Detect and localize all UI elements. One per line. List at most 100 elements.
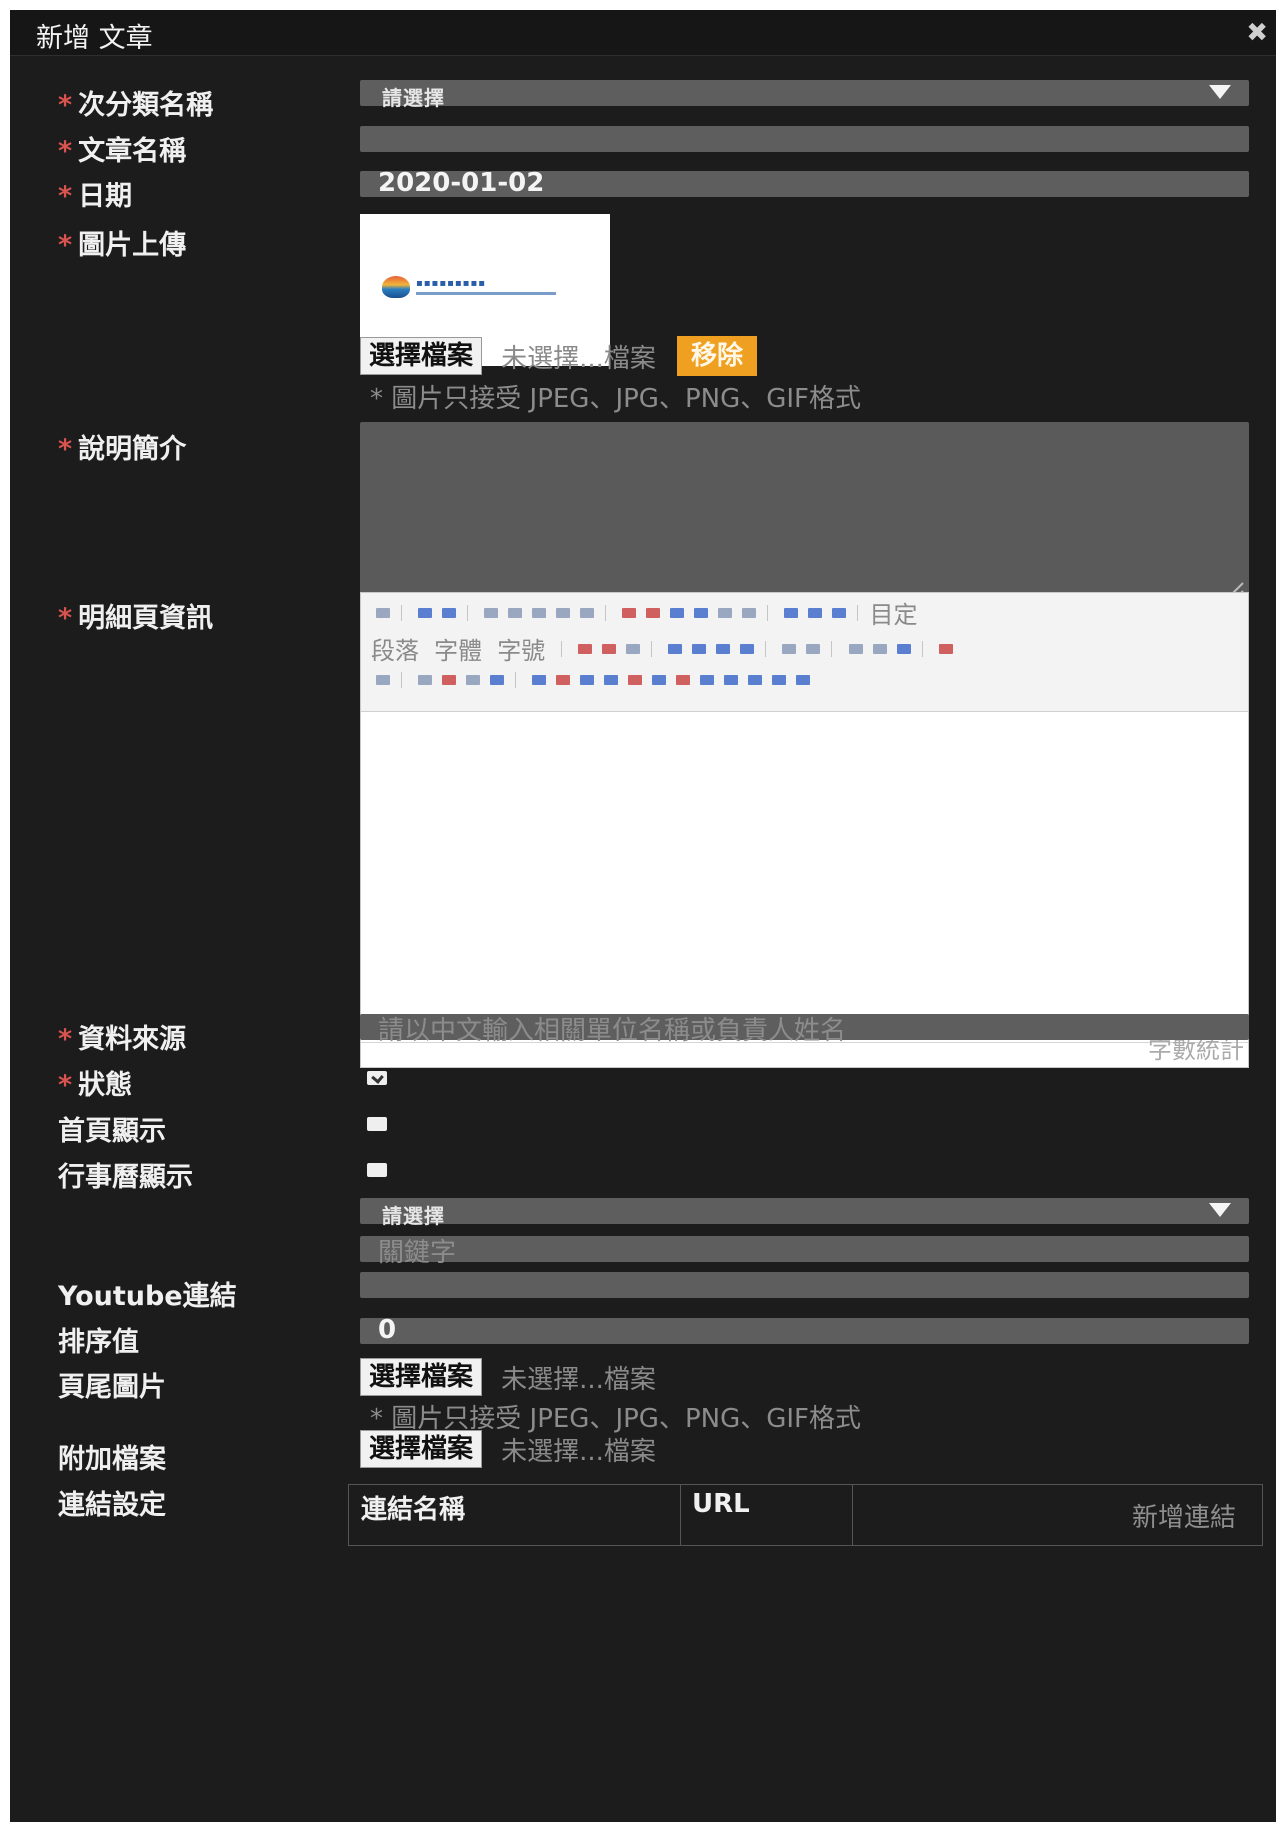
keyword-category-select[interactable]: 請選擇: [360, 1198, 1249, 1228]
image-icon[interactable]: [938, 643, 953, 654]
merge-right-icon[interactable]: [700, 674, 715, 685]
add-article-dialog: 新增 文章 ✖ * 次分類名稱 請選擇 * 文章名稱 * 日期 2020-01-02 …: [10, 10, 1276, 1822]
delete-table-icon[interactable]: [556, 674, 571, 685]
footer-choose-file-button[interactable]: 選擇檔案: [360, 1358, 483, 1396]
image-no-file-text: 未選擇...檔案: [501, 343, 656, 374]
article-name-input[interactable]: [360, 126, 1249, 152]
hr-icon[interactable]: [418, 674, 433, 685]
superscript-icon[interactable]: [580, 607, 595, 618]
description-textarea[interactable]: [360, 422, 1249, 607]
image-format-hint: * 圖片只接受 JPEG、JPG、PNG、GIF格式: [370, 384, 861, 414]
insert-row-icon[interactable]: [580, 674, 595, 685]
image-upload-label: * 圖片上傳: [58, 230, 187, 261]
select-all-icon[interactable]: [742, 607, 757, 618]
keyword-input[interactable]: 關鍵字: [360, 1236, 1249, 1268]
time-icon[interactable]: [466, 674, 481, 685]
frame-icon[interactable]: [490, 674, 505, 685]
toolbar-row-1: 目定: [371, 595, 927, 629]
calendar-display-checkbox[interactable]: [367, 1163, 387, 1177]
subcategory-label: * 次分類名稱: [58, 90, 214, 121]
date-input[interactable]: 2020-01-02: [360, 168, 1249, 198]
font-size-dropdown[interactable]: 字號: [497, 631, 545, 666]
font-color-icon[interactable]: [622, 607, 637, 618]
editor-toolbar: 目定 段落 字體 字號: [361, 593, 1248, 712]
calendar-display-label: 行事曆顯示: [58, 1162, 193, 1193]
unlink-icon[interactable]: [806, 643, 821, 654]
image-remove-button[interactable]: 移除: [677, 336, 758, 376]
remove-format-icon[interactable]: [626, 643, 641, 654]
bold-icon[interactable]: [484, 607, 499, 618]
homepage-display-checkbox[interactable]: [367, 1117, 387, 1131]
merge-down-icon[interactable]: [724, 674, 739, 685]
custom-title-dropdown[interactable]: 目定: [869, 595, 917, 630]
links-col-name: 連結名稱: [349, 1485, 681, 1545]
link-icon[interactable]: [782, 643, 797, 654]
indent-icon[interactable]: [832, 607, 847, 618]
status-checkbox[interactable]: [367, 1071, 387, 1085]
horizontal-rule-icon[interactable]: [848, 643, 863, 654]
sort-label: 排序值: [58, 1327, 139, 1358]
article-name-label: * 文章名稱: [58, 136, 187, 167]
merge-cells-icon[interactable]: [676, 674, 691, 685]
youtube-label: Youtube連結: [58, 1281, 237, 1312]
redo-icon[interactable]: [442, 607, 457, 618]
youtube-input[interactable]: [360, 1272, 1249, 1298]
delete-col-icon[interactable]: [652, 674, 667, 685]
highlight-icon[interactable]: [646, 607, 661, 618]
insert-col-icon[interactable]: [628, 674, 643, 685]
sort-value: 0: [378, 1315, 397, 1345]
delete-row-icon[interactable]: [604, 674, 619, 685]
underline-icon[interactable]: [532, 607, 547, 618]
logo-underline: [416, 292, 556, 295]
source-icon[interactable]: [376, 607, 390, 618]
unordered-list-icon[interactable]: [694, 607, 709, 618]
paragraph-dropdown[interactable]: 段落: [371, 631, 419, 666]
close-icon[interactable]: ✖: [1246, 20, 1268, 46]
toolbar-row-2: 段落 字體 字號: [371, 631, 958, 665]
date-icon[interactable]: [442, 674, 457, 685]
undo-icon[interactable]: [418, 607, 433, 618]
attachment-upload-row: 選擇檔案 未選擇...檔案: [360, 1430, 656, 1468]
links-col-action: 新增連結: [852, 1485, 1262, 1545]
dialog-titlebar: 新增 文章 ✖: [10, 10, 1276, 56]
font-family-dropdown[interactable]: 字體: [434, 631, 482, 666]
table-icon[interactable]: [532, 674, 547, 685]
ordered-list-icon[interactable]: [670, 607, 685, 618]
ltr-icon[interactable]: [578, 643, 593, 654]
clear-format-icon[interactable]: [718, 607, 733, 618]
align-left-icon[interactable]: [668, 643, 683, 654]
subcategory-select[interactable]: 請選擇: [360, 80, 1249, 110]
data-source-label: * 資料來源: [58, 1024, 187, 1055]
italic-icon[interactable]: [508, 607, 523, 618]
align-center-icon[interactable]: [692, 643, 707, 654]
date-label: * 日期: [58, 181, 133, 212]
align-justify-icon[interactable]: [740, 643, 755, 654]
image-choose-file-button[interactable]: 選擇檔案: [360, 337, 483, 375]
attachment-choose-file-button[interactable]: 選擇檔案: [360, 1430, 483, 1468]
date-value: 2020-01-02: [378, 168, 545, 198]
code-icon[interactable]: [376, 674, 390, 685]
detail-info-label: * 明細頁資訊: [58, 603, 214, 634]
status-label: * 狀態: [58, 1070, 133, 1101]
sort-input[interactable]: 0: [360, 1315, 1249, 1345]
map-icon[interactable]: [896, 643, 911, 654]
chevron-down-icon: [1209, 85, 1231, 99]
add-link-button[interactable]: 新增連結: [1132, 1497, 1236, 1534]
links-table: 連結名稱 URL 新增連結: [348, 1484, 1263, 1546]
links-col-url: URL: [680, 1485, 853, 1545]
footer-no-file-text: 未選擇...檔案: [501, 1364, 656, 1395]
strikethrough-icon[interactable]: [556, 607, 571, 618]
subcategory-select-value: 請選擇: [382, 86, 445, 110]
split-row-icon[interactable]: [772, 674, 787, 685]
logo-icon: [382, 276, 410, 298]
align-right-icon[interactable]: [716, 643, 731, 654]
split-cell-icon[interactable]: [748, 674, 763, 685]
line-height-icon[interactable]: [808, 607, 823, 618]
attachment-no-file-text: 未選擇...檔案: [501, 1436, 656, 1467]
split-col-icon[interactable]: [796, 674, 811, 685]
data-source-input[interactable]: 請以中文輸入相關單位名稱或負責人姓名: [360, 1014, 1249, 1046]
rtl-icon[interactable]: [602, 643, 617, 654]
anchor-icon[interactable]: [872, 643, 887, 654]
paragraph-spacing-icon[interactable]: [784, 607, 799, 618]
description-label: * 說明簡介: [58, 434, 187, 465]
